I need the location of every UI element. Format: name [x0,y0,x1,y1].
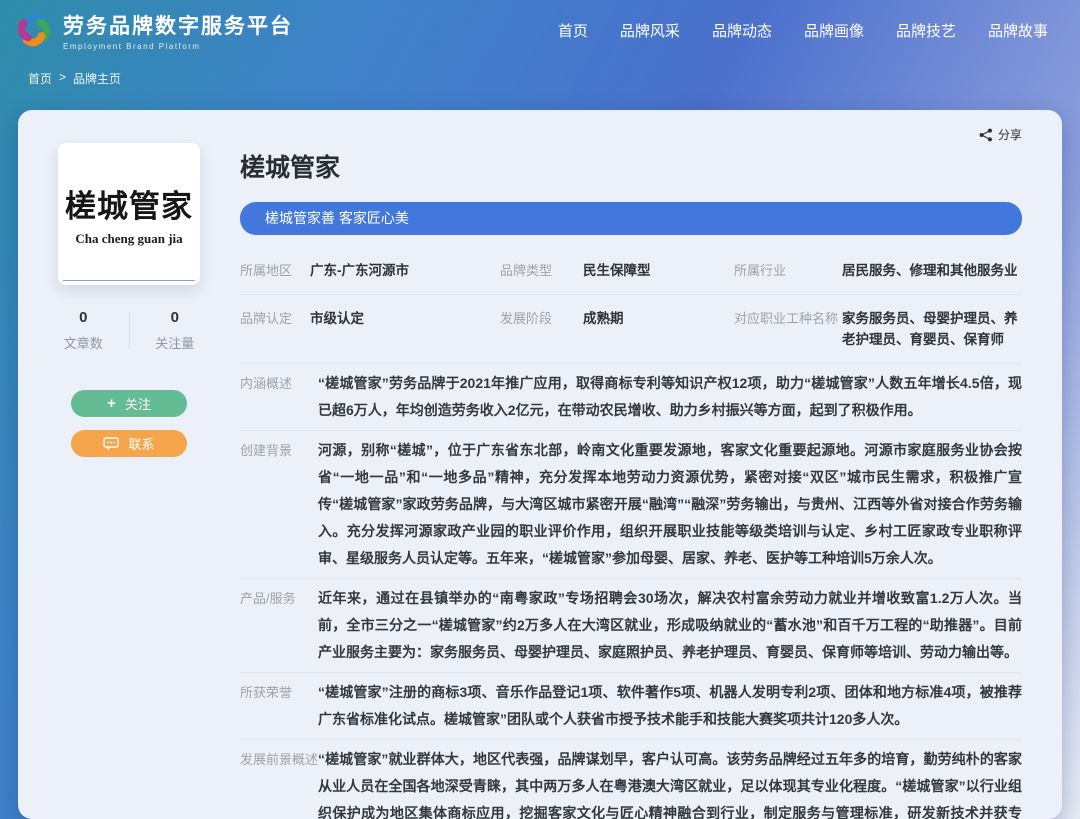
section-products: 产品/服务 近年来，通过在县镇举办的“南粤家政”专场招聘会30场次，解决农村富余… [240,579,1022,673]
brand-slogan-banner: 槎城管家善 客家匠心美 [240,202,1022,235]
section-prospects-label: 发展前景概述 [240,746,318,819]
info-value-industry: 居民服务、修理和其他服务业 [842,260,1022,281]
section-connotation: 内涵概述 “槎城管家”劳务品牌于2021年推广应用，取得商标专利等知识产权12项… [240,364,1022,431]
platform-subtitle: Employment Brand Platform [63,42,293,51]
stat-followers-value: 0 [130,309,221,326]
share-button[interactable]: 分享 [979,126,1022,143]
info-label-certification: 品牌认定 [240,308,310,329]
profile-stats: 0 文章数 0 关注量 [38,309,220,352]
info-row-2: 品牌认定 市级认定 发展阶段 成熟期 对应职业工种名称 家务服务员、母婴护理员、… [240,295,1022,364]
share-icon [979,128,993,142]
brand-profile-card: 槎城管家 Cha cheng guan jia 0 文章数 0 关注量 + 关注 [18,110,1062,819]
breadcrumb-home[interactable]: 首页 [28,70,52,87]
chat-bubble-icon [103,437,119,451]
info-value-occupations: 家务服务员、母婴护理员、养老护理员、育婴员、保育师 [842,308,1022,350]
brand-logo-cn-text: 槎城管家 [65,181,193,226]
info-label-stage: 发展阶段 [500,308,583,329]
section-background: 创建背景 河源，别称“槎城”，位于广东省东北部，岭南文化重要发源地，客家文化重要… [240,431,1022,579]
info-value-certification: 市级认定 [310,308,500,329]
plus-icon: + [107,396,116,411]
nav-item-brand-style[interactable]: 品牌风采 [620,20,680,41]
stat-followers-label: 关注量 [130,333,221,352]
section-honors: 所获荣誉 “槎城管家”注册的商标3项、音乐作品登记1项、软件著作5项、机器人发明… [240,673,1022,740]
breadcrumb-current: 品牌主页 [73,70,121,87]
info-value-brand-type: 民生保障型 [583,260,734,281]
stat-articles-value: 0 [38,309,129,326]
brand-logo-image: 槎城管家 Cha cheng guan jia [58,143,200,285]
section-connotation-text: “槎城管家”劳务品牌于2021年推广应用，取得商标专利等知识产权12项，助力“槎… [318,370,1022,424]
contact-button-label: 联系 [128,434,154,453]
section-products-text: 近年来，通过在县镇举办的“南粤家政”专场招聘会30场次，解决农村富余劳动力就业并… [318,585,1022,666]
top-header: 劳务品牌数字服务平台 Employment Brand Platform 首页 … [0,0,1080,60]
section-prospects: 发展前景概述 “槎城管家”就业群体大，地区代表强，品牌谋划早，客户认可高。该劳务… [240,740,1022,819]
contact-button[interactable]: 联系 [71,430,187,457]
info-label-brand-type: 品牌类型 [500,260,583,281]
section-connotation-label: 内涵概述 [240,370,318,424]
nav-item-home[interactable]: 首页 [558,20,588,41]
section-honors-label: 所获荣誉 [240,679,318,733]
stat-articles-label: 文章数 [38,333,129,352]
brand-logo-en-text: Cha cheng guan jia [75,231,182,247]
breadcrumb: 首页 > 品牌主页 [0,60,1080,87]
section-prospects-text: “槎城管家”就业群体大，地区代表强，品牌谋划早，客户认可高。该劳务品牌经过五年多… [318,746,1022,819]
profile-sidebar: 槎城管家 Cha cheng guan jia 0 文章数 0 关注量 + 关注 [18,110,240,819]
section-honors-text: “槎城管家”注册的商标3项、音乐作品登记1项、软件著作5项、机器人发明专利2项、… [318,679,1022,733]
share-label: 分享 [998,126,1022,143]
nav-item-brand-skill[interactable]: 品牌技艺 [896,20,956,41]
follow-button-label: 关注 [125,394,151,413]
section-products-label: 产品/服务 [240,585,318,666]
stat-articles: 0 文章数 [38,309,129,352]
info-row-1: 所属地区 广东-广东河源市 品牌类型 民生保障型 所属行业 居民服务、修理和其他… [240,247,1022,295]
main-nav: 首页 品牌风采 品牌动态 品牌画像 品牌技艺 品牌故事 [558,20,1048,41]
nav-item-brand-story[interactable]: 品牌故事 [988,20,1048,41]
section-background-text: 河源，别称“槎城”，位于广东省东北部，岭南文化重要发源地，客家文化重要起源地。河… [318,437,1022,572]
info-label-region: 所属地区 [240,260,310,281]
platform-brand[interactable]: 劳务品牌数字服务平台 Employment Brand Platform [14,10,293,51]
stat-followers: 0 关注量 [130,309,221,352]
section-background-label: 创建背景 [240,437,318,572]
nav-item-brand-portrait[interactable]: 品牌画像 [804,20,864,41]
platform-logo-icon [14,10,54,50]
breadcrumb-separator: > [59,70,66,87]
page-title: 槎城管家 [240,148,1022,184]
info-label-industry: 所属行业 [734,260,842,281]
brand-detail-content: 分享 槎城管家 槎城管家善 客家匠心美 所属地区 广东-广东河源市 品牌类型 民… [240,110,1062,819]
follow-button[interactable]: + 关注 [71,390,187,417]
nav-item-brand-news[interactable]: 品牌动态 [712,20,772,41]
info-value-region: 广东-广东河源市 [310,260,500,281]
info-value-stage: 成熟期 [583,308,734,329]
info-label-occupations: 对应职业工种名称 [734,308,842,329]
platform-title: 劳务品牌数字服务平台 [63,10,293,40]
